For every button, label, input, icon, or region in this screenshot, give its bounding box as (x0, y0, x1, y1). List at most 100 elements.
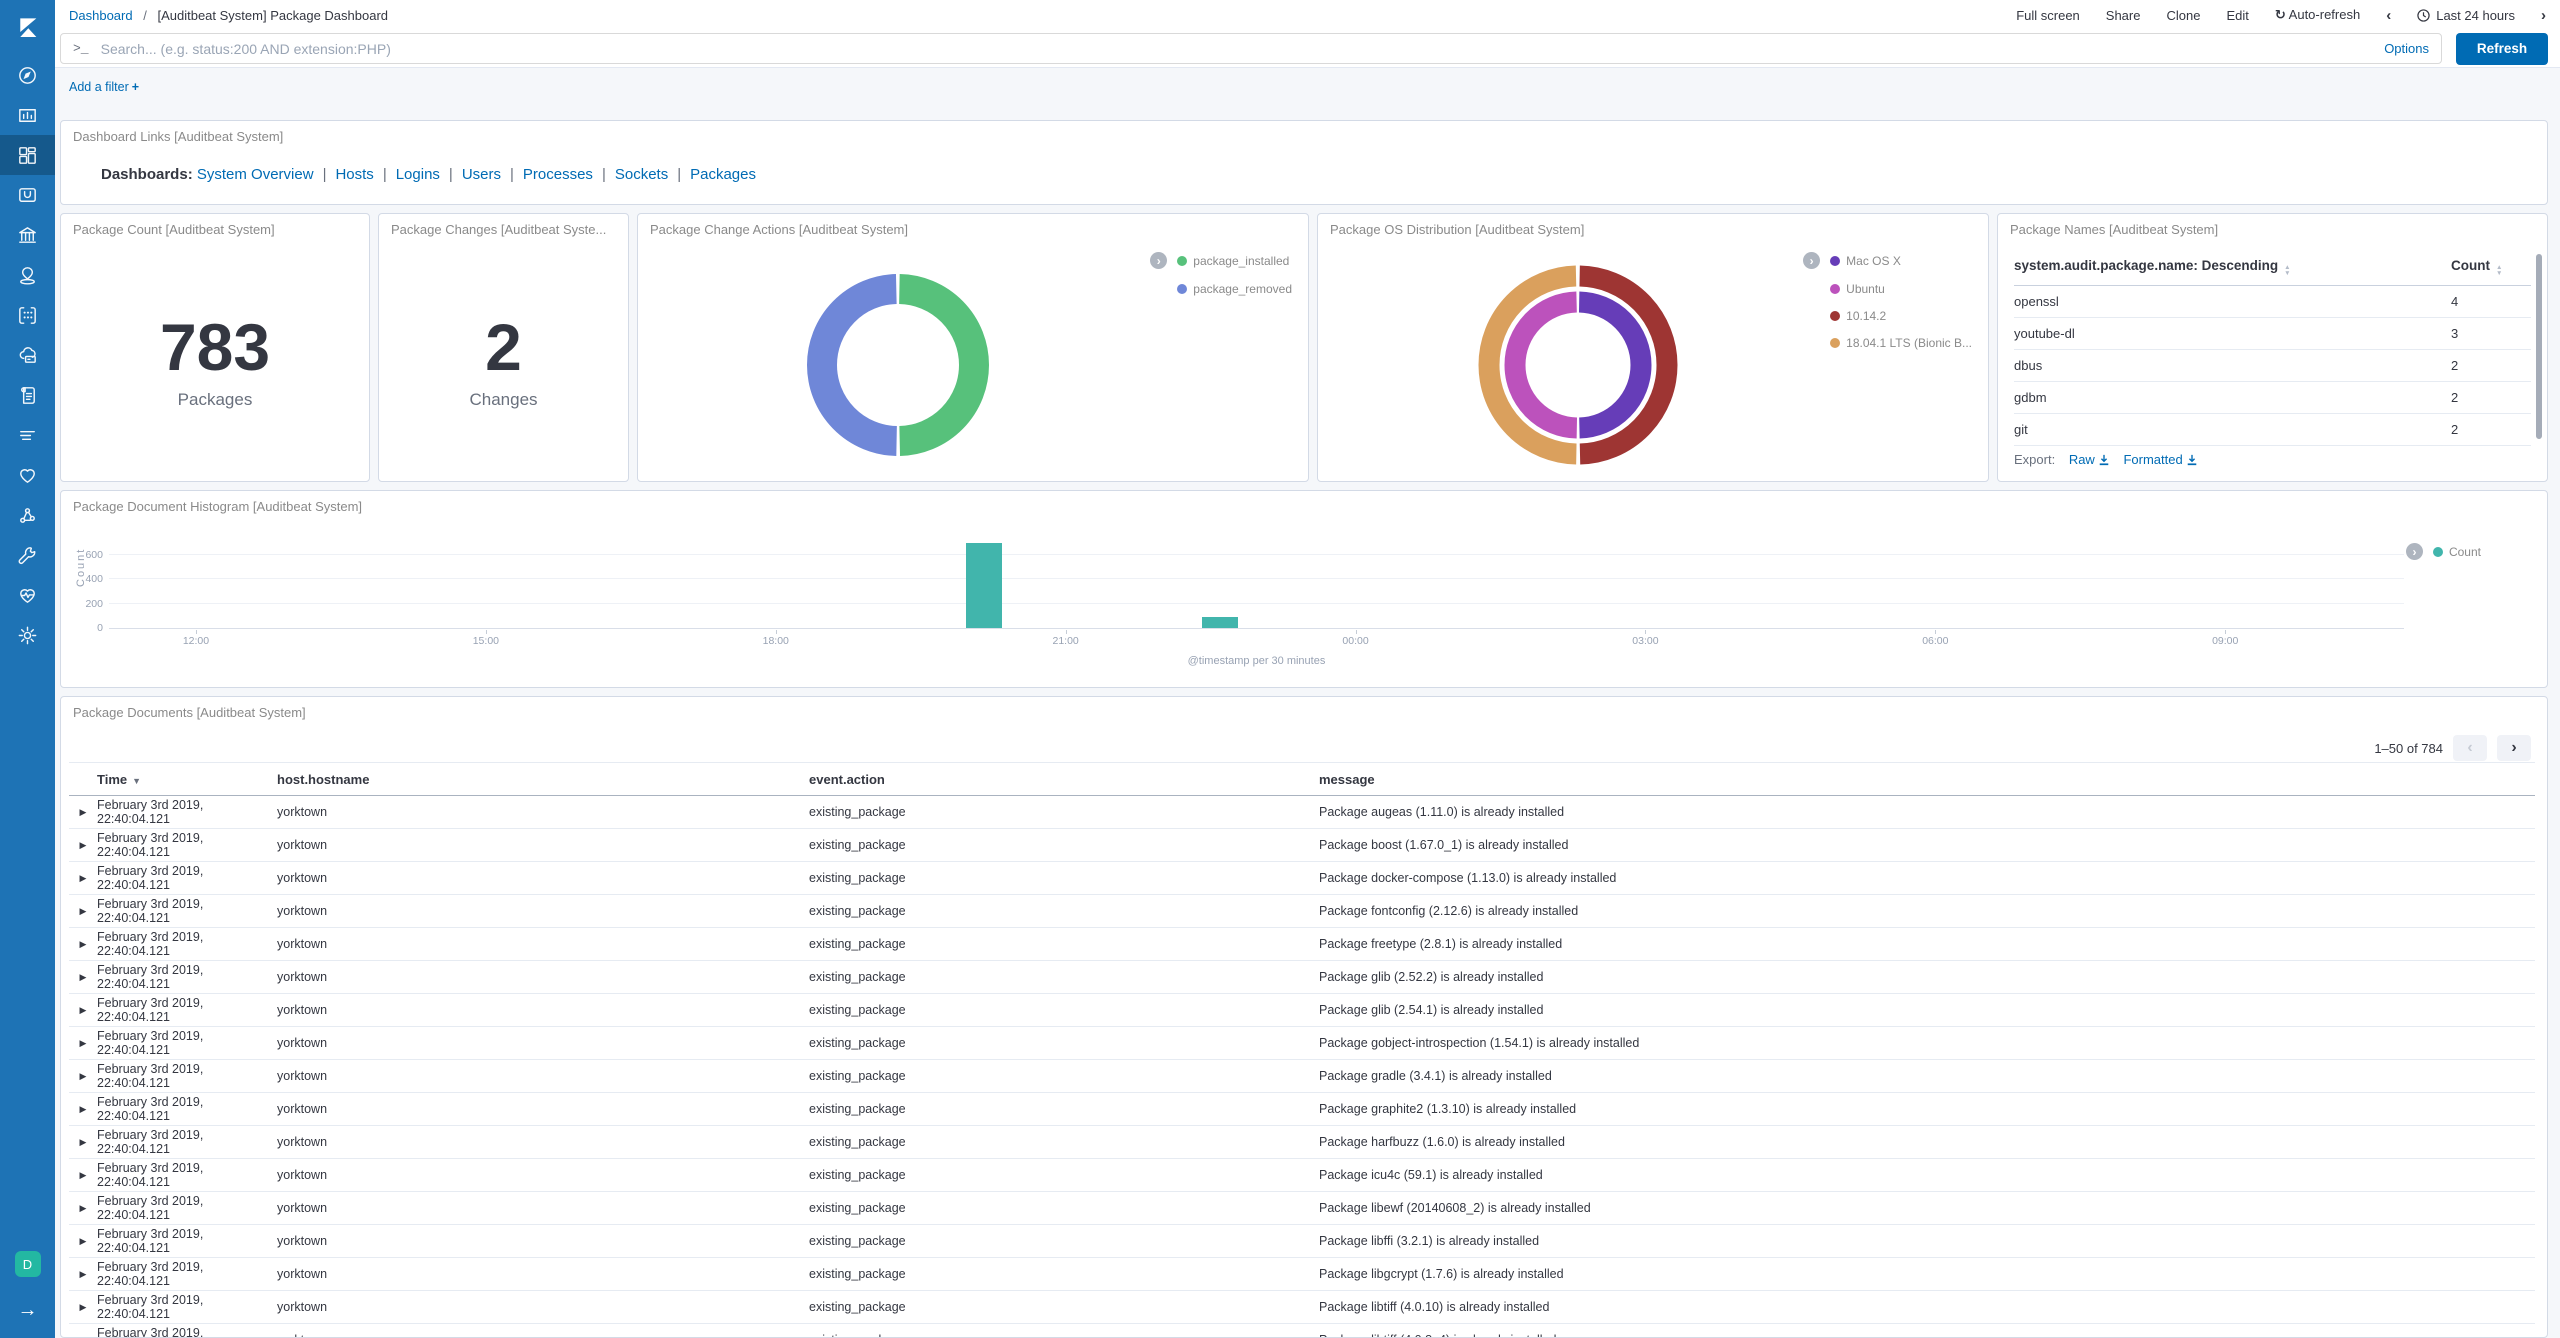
histogram-bar[interactable] (965, 542, 1002, 628)
column-header-count[interactable]: Count ▲ ▼ (2451, 258, 2531, 276)
page-next-icon[interactable]: › (2497, 735, 2531, 761)
dashboard-link[interactable]: System Overview (197, 166, 314, 183)
column-header-name[interactable]: system.audit.package.name: Descending ▲ ▼ (2014, 258, 2451, 276)
legend-item[interactable]: › Mac OS X (1803, 252, 1901, 269)
sidebar-item-maps[interactable] (0, 255, 55, 295)
legend-item[interactable]: 10.14.2 (1830, 309, 1886, 323)
collapse-nav-arrow-icon[interactable]: → (18, 1299, 38, 1322)
page-previous-icon[interactable]: ‹ (2453, 735, 2487, 761)
time-picker-button[interactable]: Last 24 hours (2417, 8, 2515, 23)
dashboard-link[interactable]: Users (462, 166, 501, 183)
full-screen-button[interactable]: Full screen (2016, 8, 2080, 23)
column-header-message[interactable]: message (1319, 772, 2535, 787)
legend-item[interactable]: Ubuntu (1830, 282, 1885, 296)
table-row[interactable]: ▶February 3rd 2019, 22:40:04.121 yorktown… (69, 1126, 2535, 1159)
legend-item[interactable]: › Count (2405, 543, 2481, 560)
add-filter-button[interactable]: Add a filter + (69, 80, 139, 94)
sort-icon[interactable]: ▲ ▼ (2496, 265, 2502, 276)
expand-row-icon[interactable]: ▶ (69, 1269, 97, 1280)
dashboard-link[interactable]: Sockets (615, 166, 668, 183)
sidebar-item-apm[interactable] (0, 415, 55, 455)
expand-row-icon[interactable]: ▶ (69, 873, 97, 884)
expand-row-icon[interactable]: ▶ (69, 1071, 97, 1082)
export-raw-link[interactable]: Raw (2069, 452, 2110, 467)
table-row[interactable]: youtube-dl 3 (2014, 318, 2531, 351)
auto-refresh-button[interactable]: ↻ Auto-refresh (2275, 7, 2360, 23)
table-row[interactable]: ▶February 3rd 2019, 22:40:04.121 yorktown… (69, 928, 2535, 961)
expand-row-icon[interactable]: ▶ (69, 1203, 97, 1214)
expand-row-icon[interactable]: ▶ (69, 840, 97, 851)
sort-icon[interactable]: ▲ ▼ (2284, 265, 2290, 276)
kibana-logo[interactable] (0, 0, 55, 55)
column-header-event-action[interactable]: event.action (809, 772, 1319, 787)
expand-row-icon[interactable]: ▶ (69, 1302, 97, 1313)
panel-scrollbar[interactable] (2536, 254, 2542, 439)
table-row[interactable]: ▶February 3rd 2019, 22:40:04.121 yorktown… (69, 1192, 2535, 1225)
expand-row-icon[interactable]: ▶ (69, 1005, 97, 1016)
sidebar-item-monitoring[interactable] (0, 575, 55, 615)
sidebar-item-uptime[interactable] (0, 455, 55, 495)
breadcrumb-dashboard-link[interactable]: Dashboard (69, 8, 133, 23)
table-row[interactable]: ▶February 3rd 2019, 22:40:04.121 yorktown… (69, 1027, 2535, 1060)
table-row[interactable]: ▶February 3rd 2019, 22:40:04.121 yorktown… (69, 994, 2535, 1027)
expand-row-icon[interactable]: ▶ (69, 807, 97, 818)
table-row[interactable]: ▶February 3rd 2019, 22:40:04.121 yorktown… (69, 1225, 2535, 1258)
sidebar-item-dev-tools[interactable] (0, 535, 55, 575)
sidebar-item-graph[interactable] (0, 495, 55, 535)
sidebar-item-dashboard[interactable] (0, 135, 55, 175)
legend-item[interactable]: 18.04.1 LTS (Bionic B... (1830, 336, 1972, 350)
expand-row-icon[interactable]: ▶ (69, 1236, 97, 1247)
expand-row-icon[interactable]: ▶ (69, 1335, 97, 1338)
table-row[interactable]: ▶February 3rd 2019, 22:40:04.121 yorktown… (69, 1093, 2535, 1126)
table-row[interactable]: gdbm 2 (2014, 382, 2531, 415)
expand-row-icon[interactable]: ▶ (69, 972, 97, 983)
legend-collapse-icon[interactable]: › (2405, 543, 2423, 560)
sidebar-item-timelion[interactable] (0, 175, 55, 215)
histogram-bar[interactable] (1202, 617, 1239, 628)
search-input-box[interactable]: >_ Options (60, 33, 2442, 64)
dashboard-link[interactable]: Processes (523, 166, 593, 183)
table-row[interactable]: ▶February 3rd 2019, 22:40:04.121 yorktown… (69, 895, 2535, 928)
table-row[interactable]: dbus 2 (2014, 350, 2531, 383)
expand-row-icon[interactable]: ▶ (69, 1038, 97, 1049)
sidebar-item-visualize[interactable] (0, 95, 55, 135)
share-button[interactable]: Share (2106, 8, 2141, 23)
sidebar-item-discover[interactable] (0, 55, 55, 95)
sidebar-item-infrastructure[interactable] (0, 335, 55, 375)
expand-row-icon[interactable]: ▶ (69, 906, 97, 917)
expand-row-icon[interactable]: ▶ (69, 939, 97, 950)
expand-row-icon[interactable]: ▶ (69, 1137, 97, 1148)
table-row[interactable]: ▶February 3rd 2019, 22:40:04.121 yorktown… (69, 796, 2535, 829)
table-row[interactable]: ▶February 3rd 2019, 22:40:04.121 yorktown… (69, 862, 2535, 895)
query-options-link[interactable]: Options (2384, 41, 2429, 56)
edit-button[interactable]: Edit (2226, 8, 2248, 23)
legend-item[interactable]: package_removed (1177, 282, 1292, 296)
export-formatted-link[interactable]: Formatted (2123, 452, 2197, 467)
legend-item[interactable]: › package_installed (1150, 252, 1289, 269)
table-row[interactable]: ▶February 3rd 2019, 22:40:04.121 yorktown… (69, 961, 2535, 994)
dashboard-link[interactable]: Logins (396, 166, 440, 183)
table-row[interactable]: ▶February 3rd 2019, 22:40:04.121 yorktown… (69, 1324, 2535, 1338)
table-row[interactable]: ▶February 3rd 2019, 22:40:04.121 yorktown… (69, 1060, 2535, 1093)
search-input[interactable] (100, 40, 2377, 57)
refresh-button[interactable]: Refresh (2456, 32, 2548, 65)
clone-button[interactable]: Clone (2166, 8, 2200, 23)
legend-collapse-icon[interactable]: › (1150, 252, 1168, 269)
table-row[interactable]: ▶February 3rd 2019, 22:40:04.121 yorktown… (69, 1258, 2535, 1291)
table-row[interactable]: ▶February 3rd 2019, 22:40:04.121 yorktown… (69, 1291, 2535, 1324)
time-forward-icon[interactable]: › (2541, 7, 2546, 24)
column-header-hostname[interactable]: host.hostname (277, 772, 809, 787)
sidebar-item-management[interactable] (0, 615, 55, 655)
sidebar-item-machine-learning[interactable] (0, 295, 55, 335)
expand-row-icon[interactable]: ▶ (69, 1104, 97, 1115)
column-header-time[interactable]: Time ▼ (97, 772, 277, 787)
expand-row-icon[interactable]: ▶ (69, 1170, 97, 1181)
table-row[interactable]: ▶February 3rd 2019, 22:40:04.121 yorktown… (69, 829, 2535, 862)
sidebar-item-canvas[interactable] (0, 215, 55, 255)
dashboard-link[interactable]: Packages (690, 166, 756, 183)
docs-badge[interactable]: D (14, 1251, 41, 1277)
table-row[interactable]: git 2 (2014, 414, 2531, 447)
dashboard-link[interactable]: Hosts (335, 166, 373, 183)
legend-collapse-icon[interactable]: › (1803, 252, 1821, 269)
sidebar-item-logs[interactable] (0, 375, 55, 415)
